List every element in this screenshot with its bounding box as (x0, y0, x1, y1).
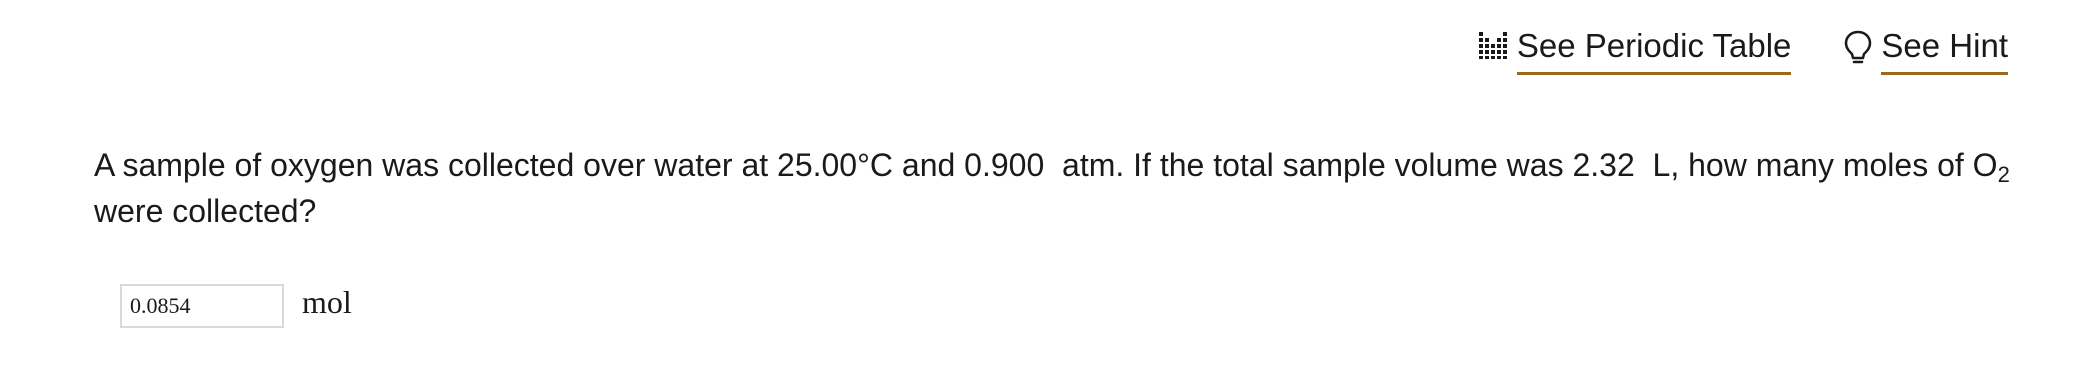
answer-unit: mol (302, 283, 352, 320)
oxygen-subscript: 2 (1997, 162, 2010, 187)
see-periodic-table-link[interactable]: See Periodic Table (1477, 26, 1792, 75)
see-periodic-table-label[interactable]: See Periodic Table (1516, 26, 1792, 75)
tools-bar: See Periodic Table See Hint (1477, 26, 2008, 75)
question-text: A sample of oxygen was collected over wa… (94, 142, 2014, 234)
see-hint-label[interactable]: See Hint (1881, 26, 2008, 75)
answer-row: mol (120, 284, 352, 328)
answer-input[interactable] (120, 284, 284, 328)
question-text-end: were collected? (94, 193, 317, 229)
lightbulb-icon (1843, 30, 1873, 71)
periodic-table-icon (1477, 30, 1509, 67)
question-text-main: A sample of oxygen was collected over wa… (94, 147, 1998, 183)
see-hint-link[interactable]: See Hint (1843, 26, 2008, 75)
